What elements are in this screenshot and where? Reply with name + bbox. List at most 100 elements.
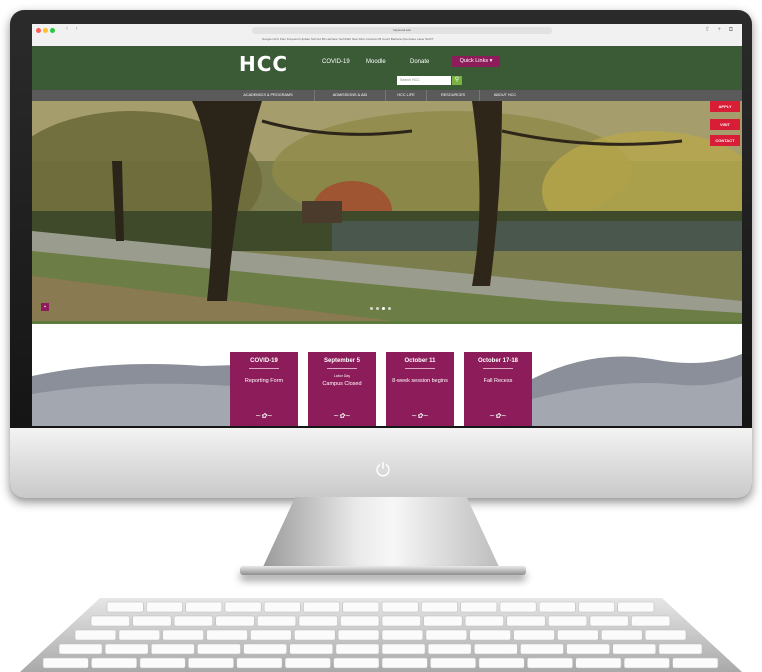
- keyboard-key: [566, 643, 610, 655]
- carousel-dot[interactable]: [388, 307, 391, 310]
- keyboard-key: [58, 643, 103, 655]
- keyboard-key: [293, 629, 336, 641]
- keyboard-key: [263, 601, 301, 613]
- card-small-label: Labor Day: [333, 374, 351, 378]
- site-header: HCC COVID-19 Moodle Donate Quick Links ▾…: [32, 46, 742, 90]
- keyboard-key: [381, 657, 428, 669]
- keyboard-key: [173, 615, 214, 627]
- card-title: COVID-19: [250, 358, 278, 364]
- keyboard-key: [381, 601, 419, 613]
- card-title: October 11: [404, 358, 436, 364]
- keyboard-key: [340, 615, 380, 627]
- keyboard-key: [91, 657, 138, 669]
- apply-button[interactable]: APPLY: [710, 101, 740, 112]
- monitor-stand-base: [240, 566, 526, 575]
- keyboard-key: [575, 657, 622, 669]
- hcc-mark-icon: ~✿~: [255, 412, 273, 420]
- keyboard-key: [631, 615, 671, 627]
- top-link-moodle[interactable]: Moodle: [366, 59, 386, 65]
- keyboard-key: [74, 629, 117, 641]
- event-card-october-11[interactable]: October 11 8-week session begins ~✿~: [386, 352, 454, 426]
- keyboard-key: [381, 643, 426, 655]
- keyboard-key: [644, 629, 687, 641]
- back-forward-icon[interactable]: ‹ ›: [66, 26, 81, 32]
- main-nav: ACADEMICS & PROGRAMS ADMISSIONS & AID HC…: [32, 90, 742, 101]
- keyboard-key: [243, 643, 288, 655]
- hcc-logo[interactable]: HCC: [239, 52, 288, 76]
- keyboard-key: [578, 601, 616, 613]
- card-title: September 5: [323, 358, 360, 364]
- events-section: COVID-19 Reporting Form ~✿~ September 5 …: [32, 324, 742, 426]
- keyboard-key: [513, 629, 555, 641]
- keyboard-key: [342, 601, 380, 613]
- keyboard-key: [589, 615, 629, 627]
- quick-links-button[interactable]: Quick Links ▾: [452, 56, 500, 67]
- keyboard-key: [337, 629, 380, 641]
- keyboard-key: [473, 643, 518, 655]
- keyboard-key: [381, 615, 421, 627]
- keyboard-key: [464, 615, 505, 627]
- carousel-dot[interactable]: [376, 307, 379, 310]
- keyboard-key: [460, 601, 498, 613]
- card-title: October 17-18: [477, 358, 519, 364]
- keyboard-key: [381, 629, 424, 641]
- keyboard-key: [335, 643, 380, 655]
- nav-hcc-life[interactable]: HCC LIFE: [386, 90, 427, 101]
- close-window-icon[interactable]: [36, 28, 41, 33]
- hero-photo: [32, 101, 742, 321]
- event-card-covid[interactable]: COVID-19 Reporting Form ~✿~: [230, 352, 298, 426]
- keyboard-key: [289, 643, 334, 655]
- keyboard-key: [188, 657, 235, 669]
- hero-image: APPLY VISIT CONTACT ▪: [32, 101, 742, 321]
- browser-action-icons[interactable]: ⇧ + ⧉: [705, 26, 736, 34]
- contact-button[interactable]: CONTACT: [710, 135, 740, 146]
- keyboard-key: [215, 615, 255, 627]
- visit-button[interactable]: VISIT: [710, 119, 740, 130]
- keyboard-key: [478, 657, 525, 669]
- keyboard-key: [617, 601, 655, 613]
- search-button[interactable]: ⚲: [452, 76, 462, 85]
- minimize-window-icon[interactable]: [43, 28, 48, 33]
- screen: ‹ › haywood.edu Google HCC Pam Frequenti…: [32, 24, 742, 426]
- keyboard-key: [146, 601, 183, 613]
- keyboard-key: [600, 629, 643, 641]
- event-card-fall-recess[interactable]: October 17-18 Fall Recess ~✿~: [464, 352, 532, 426]
- hero-pause-button[interactable]: ▪: [41, 303, 49, 311]
- keyboard-key: [162, 629, 204, 641]
- keyboard-key: [423, 615, 463, 627]
- nav-about[interactable]: ABOUT HCC: [480, 90, 530, 101]
- card-divider: [327, 368, 357, 369]
- keyboard-key: [257, 615, 297, 627]
- keyboard-key: [303, 601, 340, 613]
- top-link-covid[interactable]: COVID-19: [322, 59, 350, 65]
- keyboard-key: [557, 629, 599, 641]
- keyboard-key: [333, 657, 380, 669]
- keyboard-key: [298, 615, 338, 627]
- address-bar[interactable]: haywood.edu: [252, 27, 552, 34]
- nav-admissions[interactable]: ADMISSIONS & AID: [315, 90, 386, 101]
- card-divider: [483, 368, 513, 369]
- search-input[interactable]: Search HCC: [397, 76, 451, 85]
- carousel-dot[interactable]: [370, 307, 373, 310]
- keyboard-key: [132, 615, 172, 627]
- carousel-dot-active[interactable]: [382, 307, 385, 310]
- keyboard-key: [139, 657, 186, 669]
- keyboard-key: [520, 643, 564, 655]
- card-subtitle: Campus Closed: [322, 381, 362, 387]
- top-link-donate[interactable]: Donate: [410, 59, 429, 65]
- card-divider: [405, 368, 435, 369]
- keyboard-key: [430, 657, 477, 669]
- keyboard-key: [420, 601, 458, 613]
- maximize-window-icon[interactable]: [50, 28, 55, 33]
- keyboard-key: [672, 657, 719, 669]
- event-card-labor-day[interactable]: September 5 Labor Day Campus Closed ~✿~: [308, 352, 376, 426]
- bookmarks-bar[interactable]: Google HCC Pam Frequenti Update Schmid B…: [262, 37, 433, 41]
- nav-academics[interactable]: ACADEMICS & PROGRAMS: [222, 90, 315, 101]
- keyboard-key: [623, 657, 670, 669]
- keyboard-key: [506, 615, 546, 627]
- card-subtitle: 8-week session begins: [392, 378, 448, 384]
- power-icon[interactable]: ⏻: [372, 460, 394, 482]
- nav-resources[interactable]: RESOURCES: [427, 90, 480, 101]
- keyboard-key: [104, 643, 149, 655]
- keyboard-key: [547, 615, 588, 627]
